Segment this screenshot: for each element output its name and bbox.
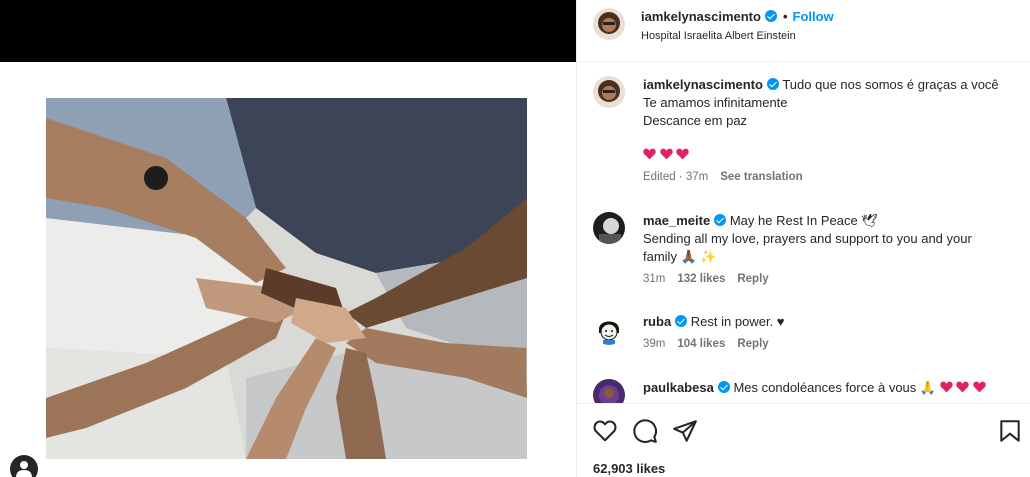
commenter-avatar[interactable] — [593, 379, 625, 403]
comment-text: paulkabesa Mes condoléances force à vous… — [643, 379, 1013, 397]
red-heart-emoji — [659, 148, 673, 160]
caption-text: iamkelynascimento Tudo que nos somos é g… — [643, 76, 1013, 164]
comment-username[interactable]: ruba — [643, 314, 671, 329]
tagged-users-button[interactable] — [10, 455, 38, 477]
user-tag-icon — [16, 461, 32, 477]
post-action-bar: 62,903 likes — [577, 403, 1030, 477]
comment-line-3: family 🙏🏾 ✨ — [643, 249, 717, 264]
comment-item: mae_meite May he Rest In Peace 🕊 Sending… — [593, 212, 1013, 285]
author-avatar[interactable] — [593, 8, 625, 40]
caption-username[interactable]: iamkelynascimento — [643, 77, 763, 92]
post-like-count[interactable]: 62,903 likes — [593, 461, 665, 476]
comment-item: ruba Rest in power. ♥ 39m 104 likes Reply — [593, 313, 1013, 350]
comment-username[interactable]: paulkabesa — [643, 380, 714, 395]
red-heart-emoji — [973, 381, 986, 393]
caption-hearts — [643, 146, 1013, 164]
comment-meta: 39m 104 likes Reply — [643, 338, 1013, 350]
post-details-panel: iamkelynascimento • Follow Hospital Israel… — [576, 0, 1030, 477]
save-button[interactable] — [997, 418, 1023, 444]
caption-comment: iamkelynascimento Tudo que nos somos é g… — [593, 76, 1013, 183]
post-header: iamkelynascimento • Follow Hospital Israel… — [577, 0, 1030, 62]
media-top-bar — [0, 0, 576, 62]
comment-username[interactable]: mae_meite — [643, 213, 710, 228]
share-button[interactable] — [672, 418, 698, 444]
hands-photo-illustration — [46, 98, 527, 459]
commenter-avatar[interactable] — [593, 212, 625, 244]
comment-item: paulkabesa Mes condoléances force à vous… — [593, 379, 1013, 403]
comment-line-2: Sending all my love, prayers and support… — [643, 231, 972, 246]
reply-button[interactable]: Reply — [737, 338, 768, 350]
separator-dot: • — [782, 9, 788, 24]
author-avatar[interactable] — [593, 76, 625, 108]
caption-line-1: Tudo que nos somos é graças a você — [782, 77, 999, 92]
like-button[interactable] — [592, 418, 618, 444]
post-photo[interactable] — [46, 98, 527, 459]
verified-icon — [764, 10, 777, 22]
comment-like-count[interactable]: 104 likes — [677, 338, 725, 350]
verified-icon — [717, 381, 730, 393]
heart-icon — [593, 420, 617, 442]
comment-line-1: Rest in power. ♥ — [690, 314, 785, 329]
comment-time: 31m — [643, 273, 666, 285]
comment-time: 39m — [643, 338, 666, 350]
red-heart-emoji — [940, 381, 953, 393]
post-header-line: iamkelynascimento • Follow — [641, 9, 834, 24]
caption-time: Edited · 37m — [643, 171, 709, 183]
red-heart-emoji — [643, 148, 656, 160]
follow-button[interactable]: Follow — [793, 9, 834, 24]
verified-icon — [675, 315, 688, 327]
comment-icon — [633, 419, 657, 443]
verified-icon — [714, 214, 727, 226]
red-heart-emoji — [956, 381, 970, 393]
location-link[interactable]: Hospital Israelita Albert Einstein — [641, 30, 796, 42]
see-translation-button[interactable]: See translation — [720, 171, 802, 183]
red-heart-emoji — [676, 148, 689, 160]
caption-meta: Edited · 37m See translation — [643, 171, 1013, 183]
caption-line-2: Te amamos infinitamente — [643, 95, 788, 110]
reply-button[interactable]: Reply — [737, 273, 768, 285]
comment-meta: 31m 132 likes Reply — [643, 273, 1013, 285]
caption-line-3: Descance em paz — [643, 113, 748, 128]
comment-line-1: May he Rest In Peace 🕊 — [729, 213, 878, 228]
instagram-post-view: iamkelynascimento • Follow Hospital Israel… — [0, 0, 1030, 477]
author-username[interactable]: iamkelynascimento — [641, 9, 761, 24]
comment-text: ruba Rest in power. ♥ — [643, 313, 1013, 331]
comment-line-1: Mes condoléances force à vous 🙏 — [733, 380, 937, 395]
comments-list[interactable]: iamkelynascimento Tudo que nos somos é g… — [577, 63, 1030, 403]
media-panel — [0, 0, 576, 477]
save-icon — [1000, 420, 1020, 442]
commenter-avatar[interactable] — [593, 313, 625, 345]
comment-text: mae_meite May he Rest In Peace 🕊 Sending… — [643, 212, 1013, 266]
comment-like-count[interactable]: 132 likes — [677, 273, 725, 285]
comment-button[interactable] — [632, 418, 658, 444]
verified-icon — [766, 78, 779, 90]
share-icon — [673, 420, 697, 442]
